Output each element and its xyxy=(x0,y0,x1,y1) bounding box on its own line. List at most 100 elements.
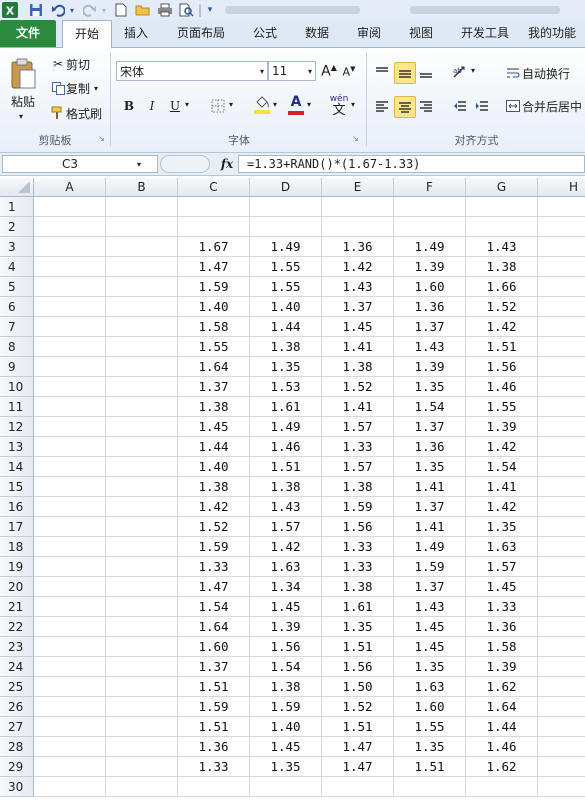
cell[interactable]: 1.64 xyxy=(178,617,250,637)
cell[interactable]: 1.58 xyxy=(466,637,538,657)
cell[interactable]: 1.59 xyxy=(178,277,250,297)
cell[interactable]: 1.41 xyxy=(322,397,394,417)
cell[interactable] xyxy=(106,477,178,497)
row-header[interactable]: 17 xyxy=(0,517,34,537)
cell[interactable] xyxy=(34,357,106,377)
cell[interactable] xyxy=(34,677,106,697)
cell[interactable] xyxy=(250,217,322,237)
cell[interactable] xyxy=(106,397,178,417)
cell[interactable]: 1.35 xyxy=(250,757,322,777)
cell[interactable] xyxy=(106,557,178,577)
cell[interactable]: 1.35 xyxy=(466,517,538,537)
cell[interactable]: 1.45 xyxy=(322,317,394,337)
cell[interactable] xyxy=(538,197,585,217)
cell[interactable]: 1.46 xyxy=(466,737,538,757)
cell[interactable] xyxy=(538,717,585,737)
row-header[interactable]: 5 xyxy=(0,277,34,297)
cell[interactable]: 1.49 xyxy=(394,537,466,557)
cell[interactable]: 1.38 xyxy=(178,397,250,417)
cell[interactable]: 1.41 xyxy=(394,517,466,537)
cell[interactable]: 1.38 xyxy=(322,477,394,497)
cell[interactable] xyxy=(34,657,106,677)
cell[interactable] xyxy=(34,417,106,437)
cell[interactable]: 1.67 xyxy=(178,237,250,257)
column-header[interactable]: E xyxy=(322,178,394,197)
cell[interactable] xyxy=(34,457,106,477)
cell[interactable]: 1.38 xyxy=(322,357,394,377)
row-header[interactable]: 30 xyxy=(0,777,34,797)
cell[interactable] xyxy=(34,537,106,557)
cell[interactable]: 1.46 xyxy=(250,437,322,457)
cell[interactable] xyxy=(394,197,466,217)
cell[interactable]: 1.55 xyxy=(250,277,322,297)
cell[interactable]: 1.45 xyxy=(250,597,322,617)
cell[interactable]: 1.42 xyxy=(178,497,250,517)
cell[interactable] xyxy=(106,217,178,237)
cell[interactable] xyxy=(34,217,106,237)
row-header[interactable]: 12 xyxy=(0,417,34,437)
cell[interactable]: 1.52 xyxy=(322,377,394,397)
cell[interactable] xyxy=(250,777,322,797)
cell[interactable]: 1.51 xyxy=(466,337,538,357)
cell[interactable]: 1.47 xyxy=(178,577,250,597)
cell[interactable] xyxy=(178,197,250,217)
cell[interactable] xyxy=(34,477,106,497)
column-header[interactable]: A xyxy=(34,178,106,197)
cell[interactable]: 1.62 xyxy=(466,757,538,777)
cell[interactable]: 1.55 xyxy=(250,257,322,277)
cell[interactable]: 1.37 xyxy=(394,497,466,517)
cell[interactable]: 1.47 xyxy=(322,737,394,757)
cell[interactable] xyxy=(106,297,178,317)
cell[interactable] xyxy=(106,677,178,697)
cell[interactable] xyxy=(538,617,585,637)
cell[interactable]: 1.45 xyxy=(466,577,538,597)
cell[interactable] xyxy=(106,277,178,297)
cell[interactable]: 1.54 xyxy=(178,597,250,617)
cell[interactable]: 1.51 xyxy=(322,717,394,737)
cell[interactable]: 1.41 xyxy=(394,477,466,497)
cell[interactable] xyxy=(106,357,178,377)
cell[interactable]: 1.36 xyxy=(466,617,538,637)
cell[interactable]: 1.40 xyxy=(250,297,322,317)
cell[interactable]: 1.33 xyxy=(466,597,538,617)
row-header[interactable]: 20 xyxy=(0,577,34,597)
cell[interactable] xyxy=(34,497,106,517)
cell[interactable]: 1.49 xyxy=(394,237,466,257)
cell[interactable]: 1.38 xyxy=(250,677,322,697)
row-header[interactable]: 24 xyxy=(0,657,34,677)
cell[interactable] xyxy=(466,217,538,237)
cell[interactable] xyxy=(34,717,106,737)
row-header[interactable]: 11 xyxy=(0,397,34,417)
column-header[interactable]: C xyxy=(178,178,250,197)
cell[interactable] xyxy=(538,297,585,317)
cell[interactable]: 1.59 xyxy=(322,497,394,517)
cell[interactable]: 1.42 xyxy=(250,537,322,557)
cell[interactable]: 1.66 xyxy=(466,277,538,297)
cell[interactable] xyxy=(106,737,178,757)
cell[interactable]: 1.37 xyxy=(394,317,466,337)
cell[interactable] xyxy=(34,777,106,797)
cell[interactable]: 1.45 xyxy=(250,737,322,757)
cell[interactable]: 1.33 xyxy=(178,757,250,777)
cell[interactable]: 1.57 xyxy=(322,457,394,477)
cell[interactable] xyxy=(34,737,106,757)
cell[interactable] xyxy=(34,757,106,777)
row-header[interactable]: 4 xyxy=(0,257,34,277)
cell[interactable] xyxy=(538,497,585,517)
cell[interactable]: 1.55 xyxy=(466,397,538,417)
cell[interactable]: 1.49 xyxy=(250,417,322,437)
cell[interactable] xyxy=(106,537,178,557)
cell[interactable]: 1.33 xyxy=(322,557,394,577)
cell[interactable]: 1.42 xyxy=(322,257,394,277)
cell[interactable]: 1.55 xyxy=(178,337,250,357)
cell[interactable] xyxy=(34,637,106,657)
cell[interactable]: 1.61 xyxy=(250,397,322,417)
cell[interactable]: 1.57 xyxy=(466,557,538,577)
cell[interactable] xyxy=(538,397,585,417)
row-header[interactable]: 2 xyxy=(0,217,34,237)
cell[interactable] xyxy=(106,377,178,397)
cell[interactable] xyxy=(34,517,106,537)
cell[interactable]: 1.44 xyxy=(466,717,538,737)
cell[interactable]: 1.45 xyxy=(394,637,466,657)
cell[interactable]: 1.60 xyxy=(178,637,250,657)
